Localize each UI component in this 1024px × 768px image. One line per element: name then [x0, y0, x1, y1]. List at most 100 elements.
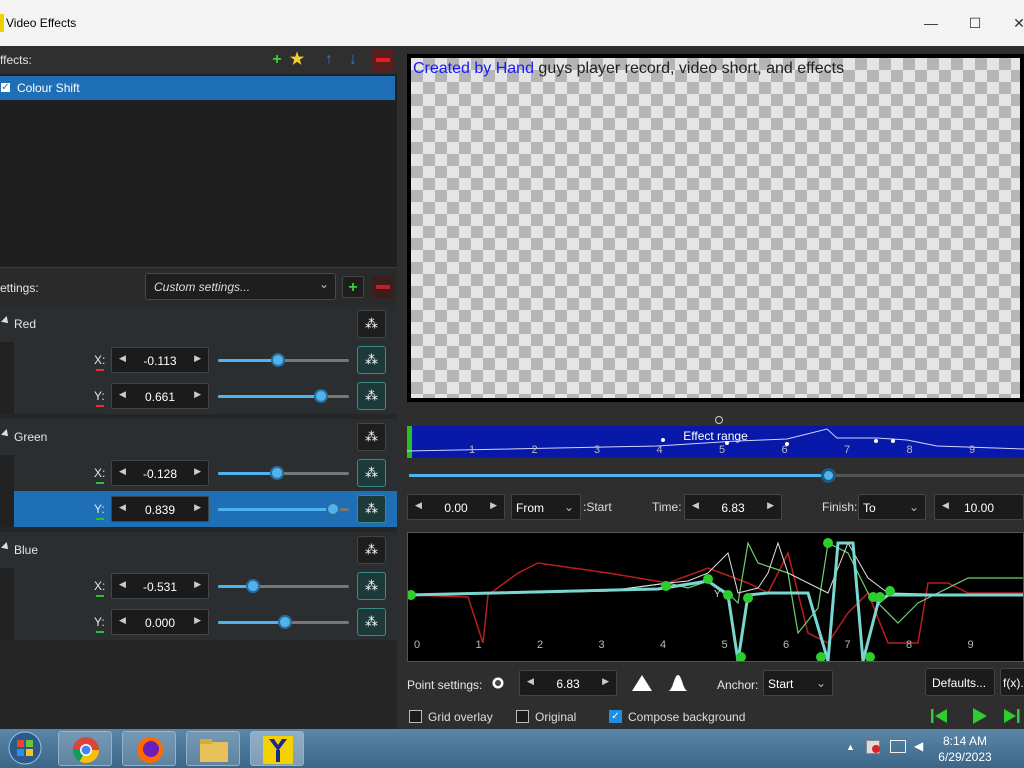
skip-to-end-icon[interactable]	[1000, 706, 1024, 726]
decrement-icon[interactable]: ◀	[119, 353, 126, 364]
compose-background-checkbox[interactable]: ✓	[609, 710, 622, 723]
grid-overlay-checkbox[interactable]	[409, 710, 422, 723]
param-row-red-x[interactable]: X: ◀ -0.113 ▶ ⁂	[0, 342, 397, 378]
keyframe-node-icon[interactable]: ⁂	[357, 608, 386, 636]
param-slider-handle[interactable]	[271, 353, 286, 367]
add-preset-icon[interactable]: +	[342, 276, 364, 298]
move-down-icon[interactable]: ↓	[342, 49, 364, 71]
clock-date[interactable]: 6/29/2023	[930, 750, 1000, 764]
increment-icon[interactable]: ▶	[194, 389, 201, 400]
increment-icon[interactable]: ▶	[194, 615, 201, 626]
keyframe-node-icon[interactable]: ⁂	[357, 310, 386, 338]
taskbar-video-app[interactable]	[250, 731, 304, 766]
param-value[interactable]: -0.113	[130, 354, 190, 368]
value-spinbox[interactable]: ◀ 0.839 ▶	[111, 496, 209, 522]
taskbar-firefox[interactable]	[122, 731, 176, 766]
remove-preset-icon[interactable]	[372, 276, 394, 298]
increment-icon[interactable]: ▶	[194, 353, 201, 364]
param-slider-handle[interactable]	[269, 466, 284, 480]
keyframe-node-icon[interactable]: ⁂	[357, 536, 386, 564]
decrement-icon[interactable]: ◀	[119, 615, 126, 626]
param-value[interactable]: -0.531	[130, 580, 190, 594]
param-slider-handle[interactable]	[314, 389, 329, 403]
effect-range-bar[interactable]: Effect range 123456789	[407, 426, 1024, 458]
play-icon[interactable]	[967, 706, 991, 726]
point-type-toggle-icon[interactable]	[491, 674, 509, 692]
close-button[interactable]: ✕	[1004, 10, 1024, 36]
collapse-icon[interactable]	[1, 429, 11, 439]
value-spinbox[interactable]: ◀ 0.661 ▶	[111, 383, 209, 409]
clock-time[interactable]: 8:14 AM	[935, 734, 995, 748]
time-value-field[interactable]: ◀ 6.83 ▶	[684, 494, 782, 520]
action-center-icon[interactable]	[866, 740, 880, 754]
add-effect-icon[interactable]: +	[266, 49, 288, 71]
keyframe-node-icon[interactable]: ⁂	[357, 423, 386, 451]
keyframe-graph[interactable]: 0 1 2 3 4 5 6 7 8 9 Y	[406, 532, 1024, 662]
move-up-icon[interactable]: ↑	[318, 49, 340, 71]
effect-item-colour-shift[interactable]: ✓ Colour Shift	[0, 76, 395, 100]
group-blue[interactable]: Blue ⁂	[0, 532, 397, 568]
decrement-icon[interactable]: ◀	[119, 502, 126, 513]
increment-icon[interactable]: ▶	[767, 500, 774, 511]
maximize-button[interactable]: ☐	[960, 10, 990, 36]
increment-icon[interactable]: ▶	[194, 579, 201, 590]
show-hidden-icons-icon[interactable]: ▲	[846, 742, 855, 752]
param-row-green-x[interactable]: X: ◀ -0.128 ▶ ⁂	[0, 455, 397, 491]
splitter-handle[interactable]	[715, 416, 723, 424]
keyframe-node-icon[interactable]: ⁂	[357, 459, 386, 487]
value-spinbox[interactable]: ◀ -0.128 ▶	[111, 460, 209, 486]
start-mode-select[interactable]: From ⌄	[511, 494, 581, 520]
taskbar-explorer[interactable]	[186, 731, 240, 766]
finish-mode-select[interactable]: To ⌄	[858, 494, 926, 520]
star-icon[interactable]: ★	[286, 49, 308, 71]
param-slider-handle[interactable]	[277, 615, 292, 629]
keyframe-node-icon[interactable]: ⁂	[357, 572, 386, 600]
value-spinbox[interactable]: ◀ -0.531 ▶	[111, 573, 209, 599]
param-row-green-y[interactable]: Y: ◀ 0.839 ▶ ⁂	[0, 491, 397, 527]
param-value[interactable]: 0.000	[130, 616, 190, 630]
point-value-field[interactable]: ◀ 6.83 ▶	[519, 670, 617, 696]
collapse-icon[interactable]	[1, 316, 11, 326]
ease-sharp-icon[interactable]	[631, 673, 653, 693]
volume-icon[interactable]: ◀	[914, 739, 928, 755]
param-slider-handle[interactable]	[246, 579, 261, 593]
remove-effect-icon[interactable]	[372, 49, 394, 71]
increment-icon[interactable]: ▶	[194, 466, 201, 477]
fx-button[interactable]: f(x)...	[1000, 668, 1024, 696]
param-value[interactable]: 0.839	[130, 503, 190, 517]
effect-checkbox[interactable]: ✓	[0, 82, 11, 93]
group-green[interactable]: Green ⁂	[0, 419, 397, 455]
keyframe-node-icon[interactable]: ⁂	[357, 495, 386, 523]
increment-icon[interactable]: ▶	[602, 676, 609, 687]
param-slider-handle[interactable]	[326, 502, 341, 516]
keyframe-node-icon[interactable]: ⁂	[357, 346, 386, 374]
param-row-red-y[interactable]: Y: ◀ 0.661 ▶ ⁂	[0, 378, 397, 414]
decrement-icon[interactable]: ◀	[119, 389, 126, 400]
video-preview[interactable]: Created by Hand guys player record, vide…	[407, 54, 1024, 402]
minimize-button[interactable]: —	[916, 10, 946, 36]
defaults-button[interactable]: Defaults...	[925, 668, 995, 696]
group-red[interactable]: Red ⁂	[0, 306, 397, 342]
network-icon[interactable]	[890, 740, 906, 753]
ease-smooth-icon[interactable]	[667, 673, 689, 693]
anchor-select[interactable]: Start ⌄	[763, 670, 833, 696]
start-value-field[interactable]: ◀ 0.00 ▶	[407, 494, 505, 520]
increment-icon[interactable]: ▶	[194, 502, 201, 513]
param-value[interactable]: -0.128	[130, 467, 190, 481]
collapse-icon[interactable]	[1, 542, 11, 552]
keyframe-node-icon[interactable]: ⁂	[357, 382, 386, 410]
value-spinbox[interactable]: ◀ 0.000 ▶	[111, 609, 209, 635]
skip-to-start-icon[interactable]	[927, 706, 951, 726]
finish-value-field[interactable]: ◀ 10.00	[934, 494, 1024, 520]
start-button-icon[interactable]	[6, 731, 44, 766]
decrement-icon[interactable]: ◀	[119, 466, 126, 477]
taskbar-chrome[interactable]	[58, 731, 112, 766]
decrement-icon[interactable]: ◀	[119, 579, 126, 590]
increment-icon[interactable]: ▶	[490, 500, 497, 511]
param-row-blue-x[interactable]: X: ◀ -0.531 ▶ ⁂	[0, 568, 397, 604]
settings-preset-select[interactable]: Custom settings... ⌄	[145, 273, 336, 300]
time-slider-handle[interactable]	[821, 468, 837, 483]
original-checkbox[interactable]	[516, 710, 529, 723]
param-row-blue-y[interactable]: Y: ◀ 0.000 ▶ ⁂	[0, 604, 397, 640]
value-spinbox[interactable]: ◀ -0.113 ▶	[111, 347, 209, 373]
